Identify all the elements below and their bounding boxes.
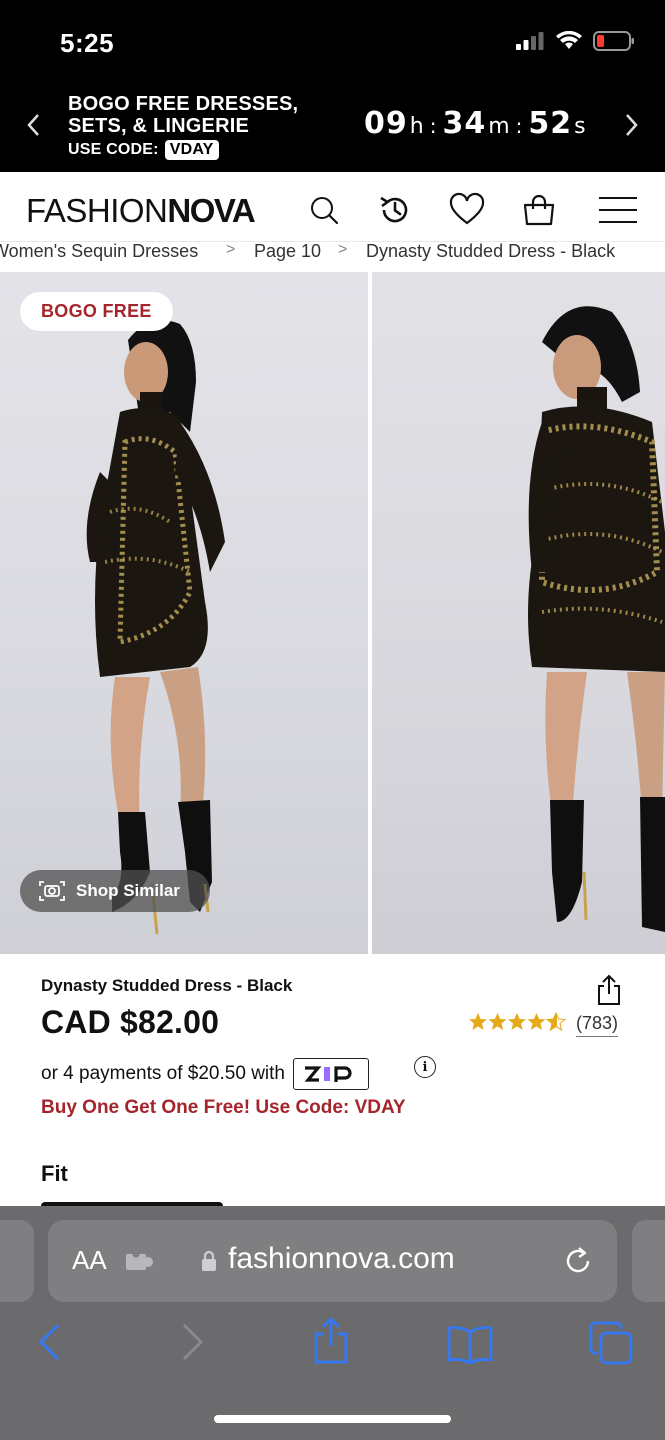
promo-line-2: SETS, & LINGERIE bbox=[68, 115, 250, 137]
countdown-timer: 09 h : 34 m : 52 s bbox=[364, 106, 590, 141]
promo-text: BOGO FREE DRESSES, SETS, & LINGERIE USE … bbox=[68, 93, 298, 161]
chevron-right-icon[interactable] bbox=[625, 112, 639, 144]
share-sheet-icon[interactable] bbox=[312, 1316, 350, 1366]
back-arrow-icon[interactable] bbox=[36, 1322, 62, 1362]
url-text[interactable]: fashionnova.com bbox=[228, 1242, 455, 1276]
share-icon[interactable] bbox=[595, 974, 623, 1006]
bogo-free-badge: BOGO FREE bbox=[20, 292, 173, 331]
installment-offer: or 4 payments of $20.50 with bbox=[41, 1058, 369, 1090]
promo-code-label: USE CODE: bbox=[68, 141, 159, 158]
extension-puzzle-icon[interactable] bbox=[124, 1250, 156, 1274]
timer-minutes-unit: m bbox=[488, 114, 510, 139]
promo-code-badge: VDAY bbox=[164, 140, 219, 160]
shop-similar-button[interactable]: Shop Similar bbox=[20, 870, 210, 912]
logo-light: FASHION bbox=[26, 192, 168, 229]
review-count[interactable]: (783) bbox=[576, 1013, 619, 1037]
reload-icon[interactable] bbox=[562, 1245, 594, 1277]
shop-similar-label: Shop Similar bbox=[76, 881, 180, 900]
model-figure-illustration bbox=[528, 306, 665, 932]
browser-chrome: AA fashionnova.com bbox=[0, 1206, 665, 1440]
search-icon[interactable] bbox=[306, 192, 342, 228]
history-icon[interactable] bbox=[377, 192, 413, 228]
bogo-promo-text: Buy One Get One Free! Use Code: VDAY bbox=[41, 1097, 406, 1118]
hamburger-menu-icon[interactable] bbox=[598, 192, 638, 228]
status-bar: 5:25 bbox=[0, 0, 665, 82]
timer-seconds-unit: s bbox=[574, 114, 586, 139]
breadcrumb-item-page[interactable]: Page 10 bbox=[254, 241, 321, 262]
next-tab-edge[interactable] bbox=[632, 1220, 665, 1302]
tabs-icon[interactable] bbox=[588, 1320, 634, 1366]
camera-icon bbox=[39, 881, 65, 901]
promo-code-row: USE CODE: VDAY bbox=[68, 139, 298, 161]
chevron-left-icon[interactable] bbox=[26, 112, 40, 144]
product-title: Dynasty Studded Dress - Black bbox=[41, 976, 293, 995]
status-time: 5:25 bbox=[60, 28, 115, 58]
site-header: FASHIONNOVA bbox=[0, 172, 665, 242]
model-figure-illustration bbox=[86, 320, 225, 935]
product-info: Dynasty Studded Dress - Black CAD $82.00… bbox=[0, 954, 665, 1208]
product-photo-side[interactable]: BOGO FREE Shop Similar bbox=[0, 272, 368, 954]
timer-seconds: 52 bbox=[528, 106, 573, 141]
previous-tab-edge[interactable] bbox=[0, 1220, 34, 1302]
fit-heading: Fit bbox=[41, 1161, 68, 1186]
wifi-icon bbox=[556, 31, 582, 49]
breadcrumb-separator: > bbox=[226, 241, 236, 258]
address-bar[interactable]: AA fashionnova.com bbox=[48, 1220, 617, 1302]
promo-banner[interactable]: BOGO FREE DRESSES, SETS, & LINGERIE USE … bbox=[0, 82, 665, 172]
promo-line-1: BOGO FREE DRESSES, bbox=[68, 93, 299, 115]
rating-stars bbox=[468, 1012, 566, 1038]
home-indicator[interactable] bbox=[214, 1415, 451, 1423]
timer-separator: : bbox=[515, 114, 523, 138]
aa-label: AA bbox=[72, 1245, 107, 1275]
zip-wordmark bbox=[304, 1066, 352, 1082]
product-rating[interactable]: (783) bbox=[468, 1012, 619, 1038]
info-icon[interactable]: i bbox=[414, 1056, 436, 1078]
logo-bold: NOVA bbox=[167, 192, 255, 229]
timer-minutes: 34 bbox=[442, 106, 487, 141]
wishlist-heart-icon[interactable] bbox=[449, 192, 485, 228]
fashion-nova-logo[interactable]: FASHIONNOVA bbox=[26, 192, 256, 230]
installments-text: or 4 payments of $20.50 with bbox=[41, 1063, 285, 1084]
signal-icon bbox=[516, 32, 544, 50]
timer-separator: : bbox=[429, 114, 437, 138]
lock-icon bbox=[202, 1250, 216, 1271]
shopping-bag-icon[interactable] bbox=[521, 192, 557, 228]
zip-logo[interactable] bbox=[292, 1058, 369, 1090]
breadcrumb-separator: > bbox=[338, 241, 348, 258]
battery-icon bbox=[593, 31, 634, 51]
breadcrumb: Women's Sequin Dresses > Page 10 > Dynas… bbox=[0, 240, 665, 270]
product-gallery[interactable]: BOGO FREE Shop Similar bbox=[0, 272, 665, 954]
timer-hours: 09 bbox=[364, 106, 408, 141]
bookmarks-icon[interactable] bbox=[446, 1324, 494, 1364]
timer-hours-unit: h bbox=[409, 114, 424, 139]
product-photo-front[interactable] bbox=[372, 272, 665, 954]
breadcrumb-item-current: Dynasty Studded Dress - Black bbox=[366, 241, 616, 261]
reader-settings-button[interactable]: AA bbox=[72, 1245, 107, 1276]
forward-arrow-icon[interactable] bbox=[180, 1322, 206, 1362]
product-price: CAD $82.00 bbox=[41, 1004, 220, 1040]
breadcrumb-item-sequin-dresses[interactable]: Women's Sequin Dresses bbox=[0, 241, 198, 262]
status-icons bbox=[515, 30, 635, 52]
